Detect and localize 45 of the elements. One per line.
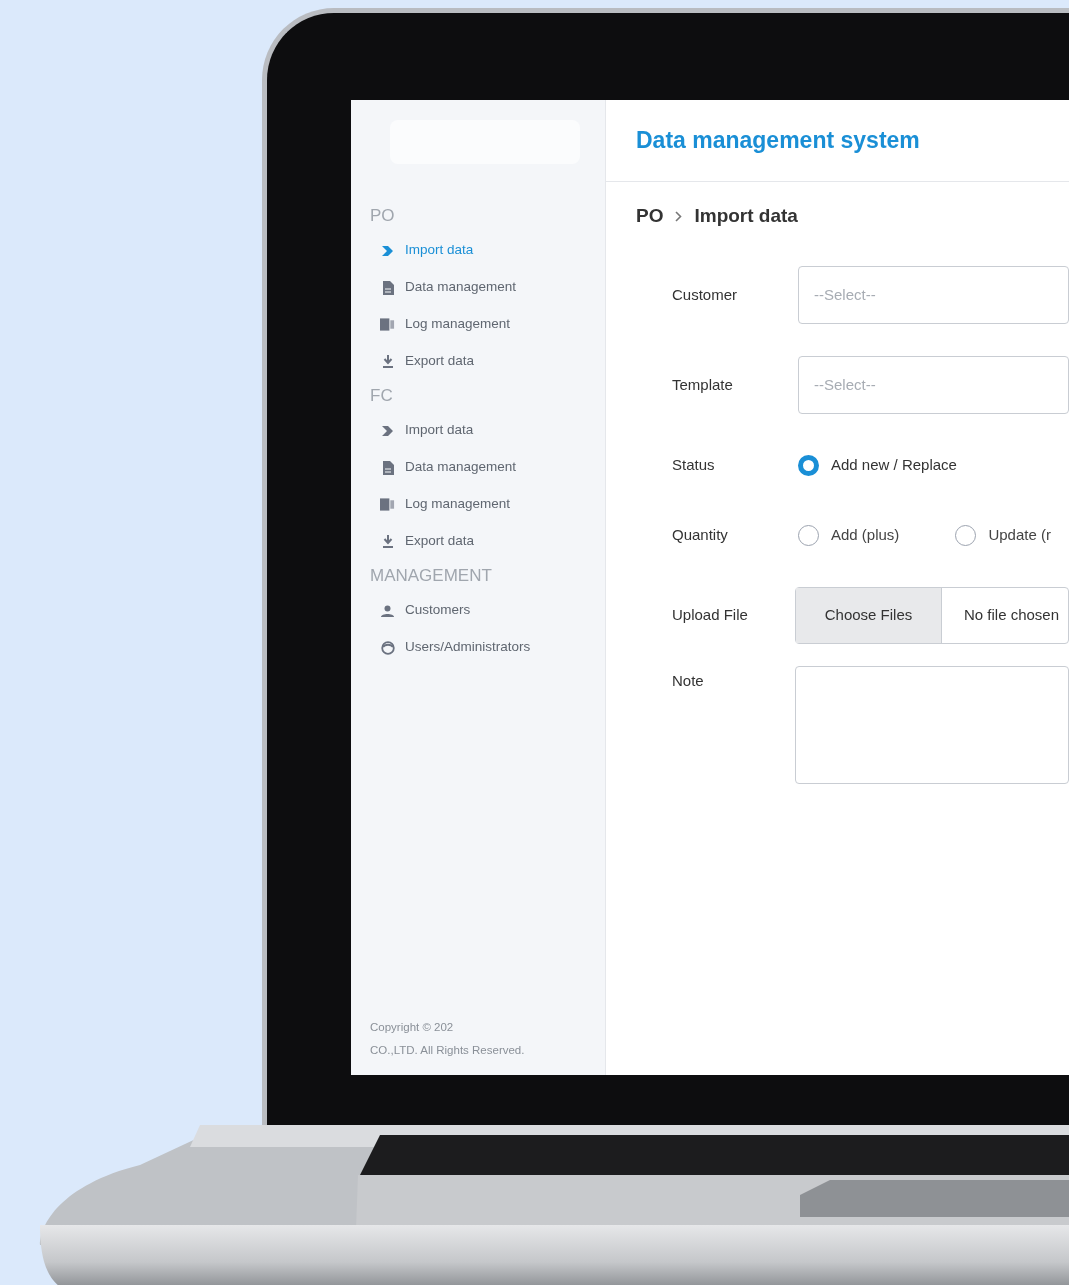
nav-item[interactable]: Export data [370,343,605,380]
nav-item[interactable]: Data management [370,449,605,486]
file-status-text: No file chosen [963,604,1060,625]
radio-button[interactable] [955,524,977,546]
chevron-right-icon [675,210,683,222]
field-label: Customer [672,284,739,305]
face-icon [380,640,395,655]
field-label: Note [672,671,705,691]
radio-label: Add (plus) [831,524,900,545]
breadcrumb-item: Import data [694,203,798,228]
nav-item[interactable]: Log management [370,486,605,523]
nav-item[interactable]: Import data [370,232,605,269]
nav-item[interactable]: Export data [370,523,605,560]
app-title: Data management system [636,126,920,156]
section-heading: PO [370,205,396,228]
download-icon [381,355,394,368]
field-label: Status [672,454,716,475]
book-icon [380,498,395,511]
section-heading: FC [370,385,394,408]
download-icon [381,535,394,548]
nav-item[interactable]: Log management [370,306,605,343]
radio-label: Add new / Replace [831,454,957,475]
section-heading: MANAGEMENT [370,565,493,588]
document-icon [381,460,394,475]
nav-item[interactable]: Import data [370,412,605,449]
book-icon [380,318,395,331]
breadcrumb-item[interactable]: PO [636,201,664,231]
field-label: Template [672,374,734,395]
file-input[interactable]: Choose Files No file chosen [795,586,1069,644]
choose-files-button[interactable]: Choose Files [796,587,942,643]
radio-button[interactable] [798,454,819,476]
user-icon [381,604,394,617]
copyright-text: CO.,LTD. All Rights Reserved. [370,1042,526,1058]
field-label: Quantity [672,524,729,545]
field-label: Upload File [672,604,749,625]
copyright-text: Copyright © 202 [370,1019,455,1035]
document-icon [381,280,394,295]
nav-item[interactable]: Users/Administrators [370,629,605,666]
chevron-icon [380,424,395,437]
radio-label: Update (r [988,524,1051,545]
nav-item[interactable]: Data management [370,269,605,306]
chevron-icon [380,244,395,257]
radio-button[interactable] [798,524,819,546]
nav-item[interactable]: Customers [370,592,605,629]
note-textarea[interactable] [795,666,1069,784]
